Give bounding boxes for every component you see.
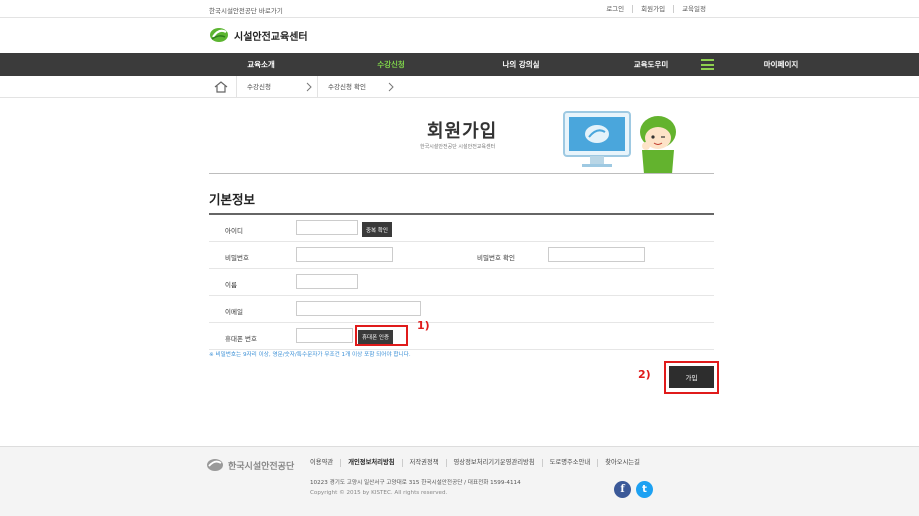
footer-logo: 한국시설안전공단 <box>206 458 294 472</box>
form-row-password: 비밀번호 비밀번호 확인 <box>209 242 714 269</box>
phone-input[interactable] <box>296 328 353 343</box>
twitter-icon[interactable]: t <box>636 481 653 498</box>
site-logo[interactable]: 시설안전교육센터 <box>209 26 308 44</box>
page-subtitle: 한국시설안전공단 시설안전교육센터 <box>420 144 496 150</box>
footer-links: 이용약관 개인정보처리방침 저작권정책 영상정보처리기기운영관리방침 도로명주소… <box>310 459 647 467</box>
schedule-link[interactable]: 교육일정 <box>673 5 714 13</box>
id-input[interactable] <box>296 220 358 235</box>
footer-link-directions[interactable]: 찾아오시는길 <box>597 459 647 467</box>
login-link[interactable]: 로그인 <box>598 5 632 13</box>
name-input[interactable] <box>296 274 358 289</box>
nav-item-registration[interactable]: 수강신청 <box>326 53 456 76</box>
chevron-right-icon <box>305 82 313 92</box>
breadcrumb-registration-check[interactable]: 수강신청 확인 <box>317 76 387 98</box>
nav-item-about[interactable]: 교육소개 <box>196 53 326 76</box>
form-row-phone: 휴대폰 번호 휴대폰 인증 <box>209 323 714 350</box>
nav-item-my-classroom[interactable]: 나의 강의실 <box>456 53 586 76</box>
phone-label: 휴대폰 번호 <box>225 335 257 343</box>
password-input[interactable] <box>296 247 393 262</box>
footer-link-cctv-policy[interactable]: 영상정보처리기기운영관리방침 <box>445 459 542 467</box>
signup-link[interactable]: 회원가입 <box>632 5 673 13</box>
name-label: 이름 <box>225 281 237 289</box>
password-confirm-input[interactable] <box>548 247 645 262</box>
mascot-illustration <box>562 108 690 178</box>
footer-logo-icon <box>207 459 223 471</box>
footer-link-road-address[interactable]: 도로명주소안내 <box>541 459 598 467</box>
form-row-id: 아이디 중복 확인 <box>209 215 714 242</box>
join-button-highlight <box>664 361 719 394</box>
facebook-icon[interactable]: f <box>614 481 631 498</box>
signup-form: 아이디 중복 확인 비밀번호 비밀번호 확인 이름 이메일 휴대폰 번호 휴대폰… <box>209 213 714 350</box>
footer-link-terms[interactable]: 이용약관 <box>310 459 340 467</box>
password-label: 비밀번호 <box>225 254 249 262</box>
footer-logo-text: 한국시설안전공단 <box>228 461 295 472</box>
section-title: 기본정보 <box>209 192 256 207</box>
hero-divider <box>209 173 714 174</box>
nav-item-help[interactable]: 교육도우미 <box>586 53 716 76</box>
nav-item-mypage[interactable]: 마이페이지 <box>716 53 846 76</box>
footer-copyright: Copyright © 2015 by KISTEC. All rights r… <box>310 490 448 496</box>
top-utility-bar: 한국시설안전공단 바로가기 로그인 회원가입 교육일정 <box>0 0 919 18</box>
page-title: 회원가입 <box>427 121 498 142</box>
footer-link-copyright[interactable]: 저작권정책 <box>401 459 446 467</box>
email-input[interactable] <box>296 301 421 316</box>
breadcrumb-registration[interactable]: 수강신청 <box>236 76 306 98</box>
home-icon[interactable] <box>214 81 228 93</box>
chevron-right-icon <box>387 82 395 92</box>
breadcrumb: 수강신청 수강신청 확인 <box>0 76 919 98</box>
main-nav: 교육소개 수강신청 나의 강의실 교육도우미 마이페이지 <box>0 53 919 76</box>
password-rule-note: ※ 비밀번호는 9자리 이상, 영문/숫자/특수문자가 무조건 1개 이상 포함… <box>209 352 411 358</box>
util-links: 로그인 회원가입 교육일정 <box>598 5 714 13</box>
menu-icon[interactable] <box>701 59 714 70</box>
logo-mark-icon <box>209 26 229 44</box>
duplicate-check-button[interactable]: 중복 확인 <box>362 222 392 237</box>
logo-text: 시설안전교육센터 <box>234 31 308 43</box>
password-confirm-label: 비밀번호 확인 <box>477 254 515 262</box>
footer-address: 10223 경기도 고양시 일산서구 고양대로 315 한국시설안전공단 / 대… <box>310 480 521 486</box>
footer: 한국시설안전공단 이용약관 개인정보처리방침 저작권정책 영상정보처리기기운영관… <box>0 446 919 516</box>
email-label: 이메일 <box>225 308 243 316</box>
kistec-shortcut-link[interactable]: 한국시설안전공단 바로가기 <box>209 5 283 15</box>
annotation-1: 1) <box>417 319 430 332</box>
id-label: 아이디 <box>225 227 243 235</box>
form-row-email: 이메일 <box>209 296 714 323</box>
form-row-name: 이름 <box>209 269 714 296</box>
phone-verify-highlight <box>355 325 408 346</box>
annotation-2: 2) <box>638 368 651 381</box>
footer-link-privacy[interactable]: 개인정보처리방침 <box>340 459 401 467</box>
